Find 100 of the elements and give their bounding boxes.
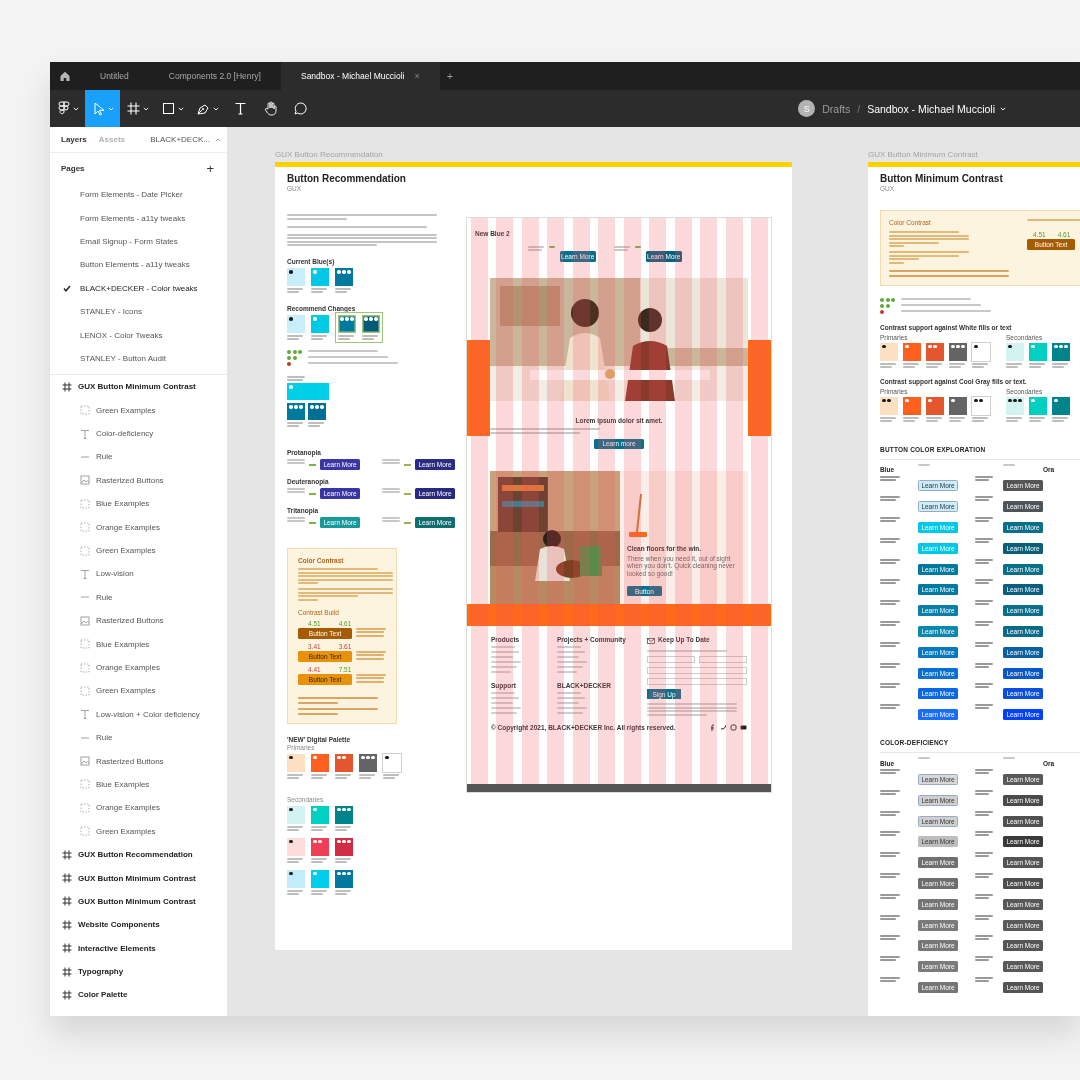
text-lines-drawing	[880, 537, 900, 543]
file-tab[interactable]: Sandbox - Michael Muccioli ×	[280, 62, 440, 90]
layer-item[interactable]: Green Examples	[50, 679, 227, 703]
dashed-square-icon	[79, 638, 91, 651]
dashed-square-icon	[79, 825, 91, 838]
text-lines-drawing	[975, 810, 993, 816]
text-lines-drawing	[287, 422, 303, 427]
page-menu[interactable]: BLACK+DECK...	[144, 134, 227, 145]
layer-item[interactable]: Rule	[50, 445, 227, 469]
page-item[interactable]: Form Elements - a11y tweaks	[50, 206, 227, 230]
input-field[interactable]	[647, 667, 747, 674]
text-lines-drawing	[356, 673, 386, 683]
text-lines-drawing	[1029, 416, 1045, 422]
text-lines-drawing	[918, 463, 930, 466]
input-field[interactable]	[699, 656, 747, 663]
text-lines-drawing	[382, 459, 400, 464]
page-item[interactable]: LENOX - Color Tweaks	[50, 323, 227, 347]
page-item[interactable]: STANLEY - Icons	[50, 299, 227, 324]
layer-item[interactable]: Orange Examples	[50, 796, 227, 820]
layer-item[interactable]: GUX Button Minimum Contrast	[50, 889, 227, 914]
text-lines-drawing	[382, 517, 400, 522]
text-layer-icon	[79, 708, 91, 721]
page-item[interactable]: Button Elements - a11y tweaks	[50, 253, 227, 277]
page-item[interactable]: Email Signup - Form States	[50, 229, 227, 254]
layer-item[interactable]: Orange Examples	[50, 655, 227, 680]
pages-heading: Pages	[61, 163, 85, 173]
layer-item[interactable]: Orange Examples	[50, 515, 227, 539]
text-lines-drawing	[949, 416, 965, 422]
layer-item[interactable]: Rule	[50, 585, 227, 610]
text-lines-drawing	[311, 288, 327, 293]
add-page-button[interactable]: +	[206, 160, 214, 176]
text-lines-drawing	[903, 416, 919, 422]
hash-icon	[126, 101, 141, 116]
layer-item[interactable]: GUX Button Minimum Contrast	[50, 375, 227, 399]
text-lines-drawing	[880, 769, 900, 775]
layer-item[interactable]: Low-vision + Color deficiency	[50, 702, 227, 726]
layer-item[interactable]: Rule	[50, 726, 227, 750]
input-field[interactable]	[647, 656, 695, 663]
layer-item[interactable]: Blue Examples	[50, 772, 227, 797]
text-lines-drawing	[613, 246, 630, 251]
layer-item[interactable]: Green Examples	[50, 398, 227, 422]
text-lines-drawing	[311, 335, 327, 340]
text-layer-icon	[79, 427, 91, 440]
panel-tab[interactable]: Layers	[61, 135, 87, 144]
text-lines-drawing	[287, 517, 305, 522]
page-item[interactable]: Form Elements - Date Picker	[50, 183, 227, 207]
text-lines-drawing	[287, 376, 305, 381]
text-lines-drawing	[335, 288, 351, 293]
text-lines-drawing	[880, 935, 900, 941]
layer-item[interactable]: Typography	[50, 959, 227, 984]
text-lines-drawing	[548, 246, 555, 248]
hash-icon	[61, 965, 73, 978]
layer-item[interactable]: Rasterized Buttons	[50, 468, 227, 493]
rating-mark	[309, 521, 316, 524]
text-lines-drawing	[1003, 463, 1015, 466]
text-lines-drawing	[1052, 416, 1068, 422]
drafts-link[interactable]: Drafts	[822, 102, 851, 115]
page-item[interactable]: STANLEY - Button Audit	[50, 346, 227, 371]
text-lines-drawing	[634, 246, 641, 248]
layer-item[interactable]: GUX Button Minimum Contrast	[50, 866, 227, 890]
file-tab[interactable]: Untitled	[80, 62, 149, 90]
text-lines-drawing	[880, 873, 900, 879]
text-lines-drawing	[335, 889, 351, 895]
layer-item[interactable]: Blue Examples	[50, 492, 227, 516]
layer-item[interactable]: Green Examples	[50, 819, 227, 843]
layer-item[interactable]: Green Examples	[50, 538, 227, 563]
caret-icon	[215, 137, 221, 142]
text-lines-drawing	[975, 517, 993, 523]
text-lines-drawing	[335, 773, 351, 779]
layer-item[interactable]: GUX Button Recommendation	[50, 842, 227, 867]
layer-item[interactable]: Rasterized Buttons	[50, 609, 227, 633]
layer-item[interactable]: Interactive Elements	[50, 936, 227, 960]
text-lines-drawing	[880, 662, 900, 668]
dashed-square-icon	[79, 778, 91, 791]
input-field[interactable]	[647, 678, 747, 685]
new-tab-button[interactable]: +	[439, 62, 461, 90]
text-lines-drawing	[311, 889, 327, 895]
file-name-menu[interactable]: Sandbox - Michael Muccioli	[867, 102, 1006, 115]
text-lines-drawing	[287, 857, 303, 863]
layer-item[interactable]: Color-deficiency	[50, 421, 227, 446]
layer-item[interactable]: Rasterized Buttons	[50, 749, 227, 773]
dashed-square-icon	[79, 684, 91, 697]
layer-item[interactable]: Website Components	[50, 913, 227, 937]
layer-item[interactable]: Low-vision	[50, 562, 227, 586]
text-lines-drawing	[287, 825, 303, 831]
rating-mark	[404, 492, 411, 495]
text-lines-drawing	[880, 475, 900, 481]
page-item[interactable]: BLACK+DECKER - Color tweaks	[50, 276, 227, 300]
text-lines-drawing	[880, 517, 900, 523]
speech-bubble-icon	[292, 101, 308, 116]
text-lines-drawing	[382, 488, 400, 493]
text-lines-drawing	[356, 650, 386, 660]
layer-item[interactable]: Blue Examples	[50, 632, 227, 656]
text-lines-drawing	[880, 789, 900, 795]
close-icon[interactable]: ×	[414, 71, 420, 81]
file-tab[interactable]: Components 2.0 [Henry]	[148, 62, 281, 90]
layer-item[interactable]: Color Palette	[50, 983, 227, 1007]
text-lines-drawing	[287, 488, 305, 493]
hash-icon	[61, 895, 73, 908]
text-lines-drawing	[926, 416, 942, 422]
